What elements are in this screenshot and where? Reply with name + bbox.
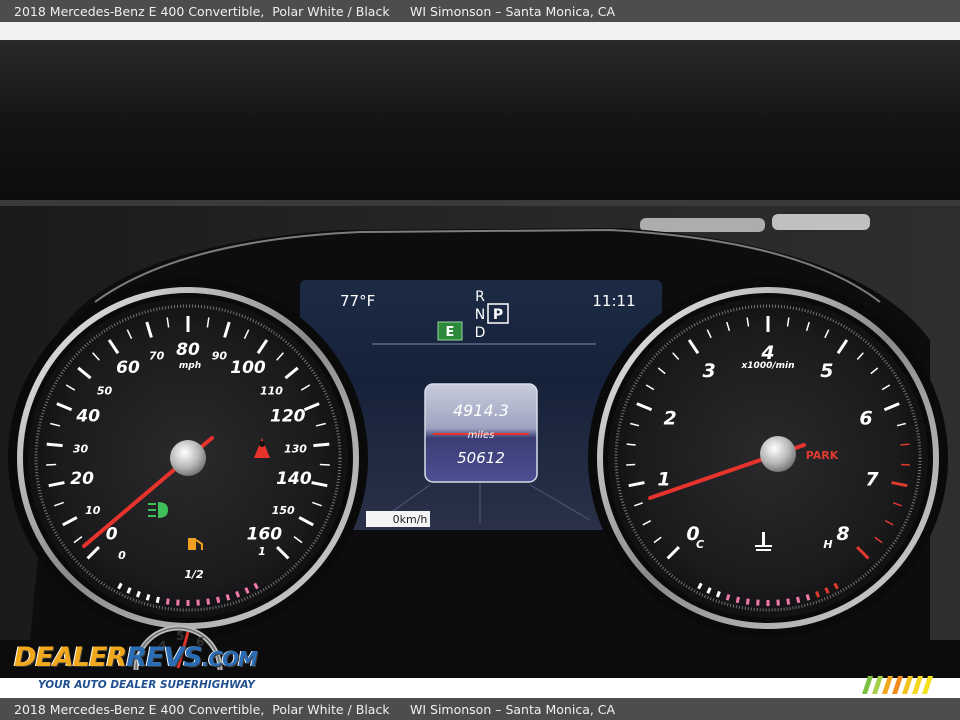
dashboard-upper: [0, 40, 960, 200]
speed-label-90: 90: [212, 350, 228, 363]
trip-unit: miles: [468, 430, 495, 441]
top-margin: [0, 22, 960, 40]
tach-hub: [760, 436, 796, 472]
speed-label-60: 60: [116, 358, 140, 378]
speed-label-160: 160: [247, 524, 283, 544]
speed-label-110: 110: [260, 384, 283, 397]
tach-label-2: 2: [663, 407, 676, 429]
instrument-cluster-photo: 0 10 20 30 40 50 60 70 80 90 100 110 120 130 140 150 160…: [0, 40, 960, 678]
gear-d: D: [475, 325, 486, 341]
speed-unit: mph: [179, 361, 201, 371]
speed-label-30: 30: [73, 442, 89, 455]
temp-tick: [715, 590, 721, 598]
speed-label-80: 80: [176, 340, 200, 360]
speed-label-40: 40: [75, 407, 100, 427]
temp-tick: [735, 596, 740, 604]
bottom-caption-bar: 2018 Mercedes-Benz E 400 Convertible, Po…: [0, 698, 960, 720]
speed-readout: 0km/h: [393, 513, 428, 526]
temp-hot-label: H: [823, 538, 832, 551]
tach-label-5: 5: [820, 360, 833, 382]
temp-tick: [805, 594, 811, 601]
temp-tick: [786, 598, 791, 605]
car-title-bottom: 2018 Mercedes-Benz E 400 Convertible,: [14, 701, 265, 717]
glare-1: [640, 218, 765, 232]
dealerrevs-watermark: 4 5 6 DEALERREVS.COM YOUR AUTO DEALER SU…: [12, 624, 272, 694]
fuel-half-label: 1/2: [184, 568, 204, 581]
speed-label-70: 70: [149, 350, 165, 363]
dial-digit-5: 5: [176, 629, 184, 643]
fuel-tick: [135, 590, 141, 598]
gear-r: R: [475, 289, 485, 305]
gear-p: P: [493, 307, 503, 323]
speed-major-tick: [313, 442, 330, 448]
watermark-brand-revs: REVS: [126, 642, 203, 673]
fuel-tick: [225, 594, 231, 601]
gear-n: N: [475, 307, 485, 323]
tach-label-1: 1: [657, 469, 670, 491]
watermark-brand-com: .COM: [201, 647, 258, 671]
park-indicator: PARK: [806, 449, 839, 462]
speed-label-150: 150: [272, 504, 295, 517]
dealer-name: WI Simonson – Santa Monica, CA: [410, 3, 616, 19]
car-color: Polar White / Black: [272, 3, 390, 19]
dealer-name-bottom: WI Simonson – Santa Monica, CA: [410, 701, 616, 717]
tach-label-6: 6: [859, 407, 872, 429]
speed-label-130: 130: [284, 442, 307, 455]
speed-label-120: 120: [270, 407, 306, 427]
watermark-brand-dealer: DEALER: [14, 642, 127, 673]
tach-minor-tick: [900, 443, 910, 446]
fuel-tick: [216, 596, 221, 604]
temp-tick: [725, 594, 731, 601]
temp-tick: [815, 590, 821, 598]
trip-value: 4914.3: [453, 401, 509, 420]
fuel-tick: [155, 596, 160, 604]
car-title: 2018 Mercedes-Benz E 400 Convertible,: [14, 3, 265, 19]
speed-hub: [170, 440, 206, 476]
odometer: 50612: [457, 449, 505, 467]
speed-label-100: 100: [230, 358, 266, 378]
fuel-full-label: 1: [258, 545, 266, 558]
tach-label-3: 3: [702, 360, 715, 382]
tach-label-8: 8: [836, 523, 849, 545]
car-color-bottom: Polar White / Black: [272, 701, 390, 717]
glare-2: [772, 214, 870, 230]
eco-badge: E: [446, 325, 455, 340]
speed-label-10: 10: [85, 504, 101, 517]
tach-label-7: 7: [865, 469, 879, 491]
top-caption-bar: 2018 Mercedes-Benz E 400 Convertible, Po…: [0, 0, 960, 22]
brand-stripes-logo: [862, 676, 933, 694]
speed-major-tick: [46, 442, 63, 448]
tach-minor-tick: [626, 443, 636, 446]
dashboard-trim: [0, 200, 960, 206]
outside-temperature: 77°F: [340, 292, 375, 310]
watermark-tagline: YOUR AUTO DEALER SUPERHIGHWAY: [38, 679, 255, 691]
headlight-icon: [148, 502, 168, 518]
temp-cold-label: C: [696, 538, 704, 551]
fuel-tick: [145, 594, 151, 601]
speed-label-50: 50: [97, 384, 113, 397]
fuel-empty-label: 0: [118, 549, 126, 562]
fuel-tick: [165, 598, 170, 605]
fuel-tick: [206, 598, 211, 605]
clock: 11:11: [592, 292, 635, 310]
tach-unit: x1000/min: [740, 361, 794, 371]
speed-label-140: 140: [276, 469, 312, 489]
fuel-tick: [235, 590, 241, 598]
speed-label-20: 20: [70, 469, 94, 489]
temp-tick: [745, 598, 750, 605]
temp-tick: [796, 596, 801, 604]
